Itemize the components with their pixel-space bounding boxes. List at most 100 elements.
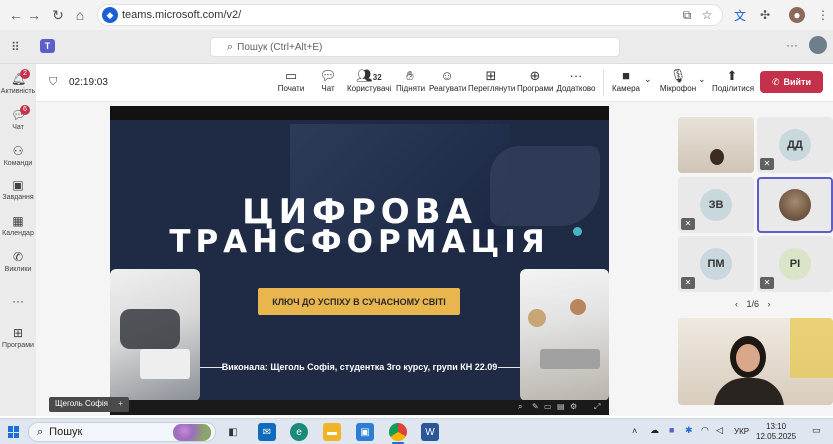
next-page-icon[interactable]: › <box>768 299 771 309</box>
layout-icon[interactable]: ▤ <box>557 402 565 411</box>
user-avatar[interactable] <box>809 36 827 54</box>
search-input[interactable]: ⌕ Пошук (Ctrl+Alt+E) <box>210 37 620 57</box>
notification-icon[interactable]: ▭ <box>812 425 821 436</box>
rail-label: Виклики <box>4 266 32 273</box>
search-icon: ⌕ <box>227 40 234 53</box>
caption-icon[interactable]: ▭ <box>544 402 552 411</box>
prev-page-icon[interactable]: ‹ <box>735 299 738 309</box>
apps-button[interactable]: ⊕ Програми <box>517 68 553 93</box>
meeting-timer: 02:19:03 <box>69 77 108 88</box>
team-photo-left <box>110 269 200 401</box>
volume-icon[interactable]: ◁ <box>716 425 723 436</box>
teams-tray-icon[interactable]: ■ <box>669 425 674 435</box>
chat-button[interactable]: 💬︎ Чат <box>316 68 340 93</box>
install-app-icon[interactable]: ⧉ <box>679 7 695 23</box>
participant-avatar: ПМ <box>700 248 732 280</box>
leave-button[interactable]: ✆ Вийти <box>760 71 823 93</box>
file-explorer-icon[interactable]: ▬ <box>323 423 341 441</box>
participant-photo-avatar <box>779 189 811 221</box>
bookmark-star-icon[interactable]: ☆ <box>699 7 715 23</box>
windows-start-icon[interactable] <box>8 426 20 438</box>
store-app-icon[interactable]: ▣ <box>356 423 374 441</box>
react-button[interactable]: ☺ Реагувати <box>429 68 466 93</box>
teams-header: ⠿ T ⌕ Пошук (Ctrl+Alt+E) ··· <box>0 30 833 64</box>
camera-button[interactable]: ■ Камера <box>610 68 642 93</box>
chrome-browser-icon[interactable] <box>389 423 407 441</box>
rail-item-teams[interactable]: ⚇ Команди <box>0 144 36 167</box>
site-info-icon[interactable]: ◆ <box>102 7 118 23</box>
rail-item-apps[interactable]: ⊞ Програми <box>0 326 36 349</box>
rail-item-activity[interactable]: 🔔︎ 2 Активність <box>0 69 36 95</box>
reload-icon[interactable]: ↻ <box>46 3 70 27</box>
word-app-icon[interactable]: W <box>421 423 439 441</box>
clock[interactable]: 13:10 12.05.2025 <box>756 422 796 442</box>
share-top-bar <box>110 106 609 120</box>
phone-icon: ✆ <box>12 250 24 264</box>
search-placeholder: Пошук (Ctrl+Alt+E) <box>237 41 323 53</box>
address-bar[interactable]: ◆ teams.microsoft.com/v2/ <box>97 4 723 26</box>
toolbar-divider <box>603 70 604 96</box>
participant-tile[interactable]: ДД ✕ <box>757 117 833 173</box>
translate-icon[interactable]: 文 <box>732 7 748 23</box>
task-view-icon[interactable]: ◧ <box>224 423 242 441</box>
calendar-icon: ▦ <box>12 214 24 228</box>
camera-icon: ■ <box>622 68 630 83</box>
phone-hangup-icon: ✆ <box>771 76 780 87</box>
home-icon[interactable]: ⌂ <box>68 3 92 27</box>
edge-browser-icon[interactable]: e <box>290 423 308 441</box>
shield-icon: ⛉ <box>49 76 58 88</box>
rail-item-tasks[interactable]: ▣ Завдання <box>0 178 36 201</box>
mic-muted-icon: ✕ <box>760 158 774 170</box>
rail-more-icon[interactable]: ··· <box>0 294 36 308</box>
emoji-icon: ☺ <box>440 68 454 83</box>
cloud-icon[interactable]: ☁ <box>650 425 659 436</box>
view-button[interactable]: ⊞ Переглянути <box>468 68 515 93</box>
more-button[interactable]: ··· Додатково <box>556 68 596 93</box>
participant-tile[interactable]: РІ ✕ <box>757 236 833 292</box>
wifi-icon[interactable]: ◠ <box>701 425 709 436</box>
pen-icon[interactable]: ✎ <box>532 402 539 411</box>
flowers-image <box>173 424 211 441</box>
add-app-icon: ⊕ <box>529 68 541 83</box>
participant-tile-active[interactable] <box>757 177 833 233</box>
settings-icon[interactable]: ⚙ <box>570 402 577 411</box>
participant-tile[interactable]: ПМ ✕ <box>678 236 754 292</box>
participant-tile[interactable] <box>678 117 754 173</box>
taskbar: ⌕ Пошук ◧ ✉ e ▬ ▣ W ˄ ☁ ■ ✱ ◠ ◁ УКР 13:1… <box>0 418 833 444</box>
rail-label: Активність <box>0 88 36 95</box>
bluetooth-icon[interactable]: ✱ <box>685 425 693 436</box>
tray-chevron-icon[interactable]: ˄ <box>632 426 637 436</box>
mic-muted-icon: ✕ <box>681 218 695 230</box>
more-options-icon[interactable]: ··· <box>786 38 798 52</box>
url-text[interactable]: teams.microsoft.com/v2/ <box>122 9 241 21</box>
share-button[interactable]: ⬆ Поділитися <box>712 68 754 93</box>
participant-tile[interactable]: ЗВ ✕ <box>678 177 754 233</box>
mail-app-icon[interactable]: ✉ <box>258 423 276 441</box>
fullscreen-icon[interactable]: ⤢ <box>594 402 600 412</box>
add-icon[interactable]: + <box>118 399 123 408</box>
mic-muted-icon: ✕ <box>681 277 695 289</box>
app-launcher-icon[interactable]: ⠿ <box>11 40 20 54</box>
apps-icon: ⊞ <box>12 326 24 340</box>
language-indicator[interactable]: УКР <box>734 427 749 436</box>
tasks-icon: ▣ <box>12 178 24 192</box>
extensions-icon[interactable]: ✣ <box>757 7 773 23</box>
zoom-icon[interactable]: ⌕ <box>518 402 522 412</box>
profile-avatar[interactable]: ● <box>789 7 805 23</box>
rail-item-calendar[interactable]: ▦ Календар <box>0 214 36 237</box>
raise-hand-button[interactable]: ✋︎ Підняти <box>396 68 425 93</box>
rail-item-chat[interactable]: 💬︎ 6 Чат <box>0 105 36 131</box>
people-button[interactable]: 👥︎32 Користувачі <box>347 68 391 93</box>
mic-options-chevron-icon[interactable]: ⌄ <box>698 74 706 85</box>
participant-avatar: РІ <box>779 248 811 280</box>
start-button[interactable]: ▭ Почати <box>276 68 306 93</box>
mic-button[interactable]: 🎙︎ Мікрофон <box>658 68 698 93</box>
browser-menu-icon[interactable]: ⋮ <box>815 7 831 23</box>
rail-item-calls[interactable]: ✆ Виклики <box>0 250 36 273</box>
teams-logo-icon: T <box>40 39 55 53</box>
forward-icon[interactable]: → <box>22 3 46 27</box>
share-controls-bar: ⌕ ✎ ▭ ▤ ⚙ ⤢ <box>110 400 609 415</box>
camera-options-chevron-icon[interactable]: ⌄ <box>644 74 652 85</box>
people-icon: 👥︎32 <box>356 68 382 83</box>
taskbar-search[interactable]: ⌕ Пошук <box>28 422 216 442</box>
